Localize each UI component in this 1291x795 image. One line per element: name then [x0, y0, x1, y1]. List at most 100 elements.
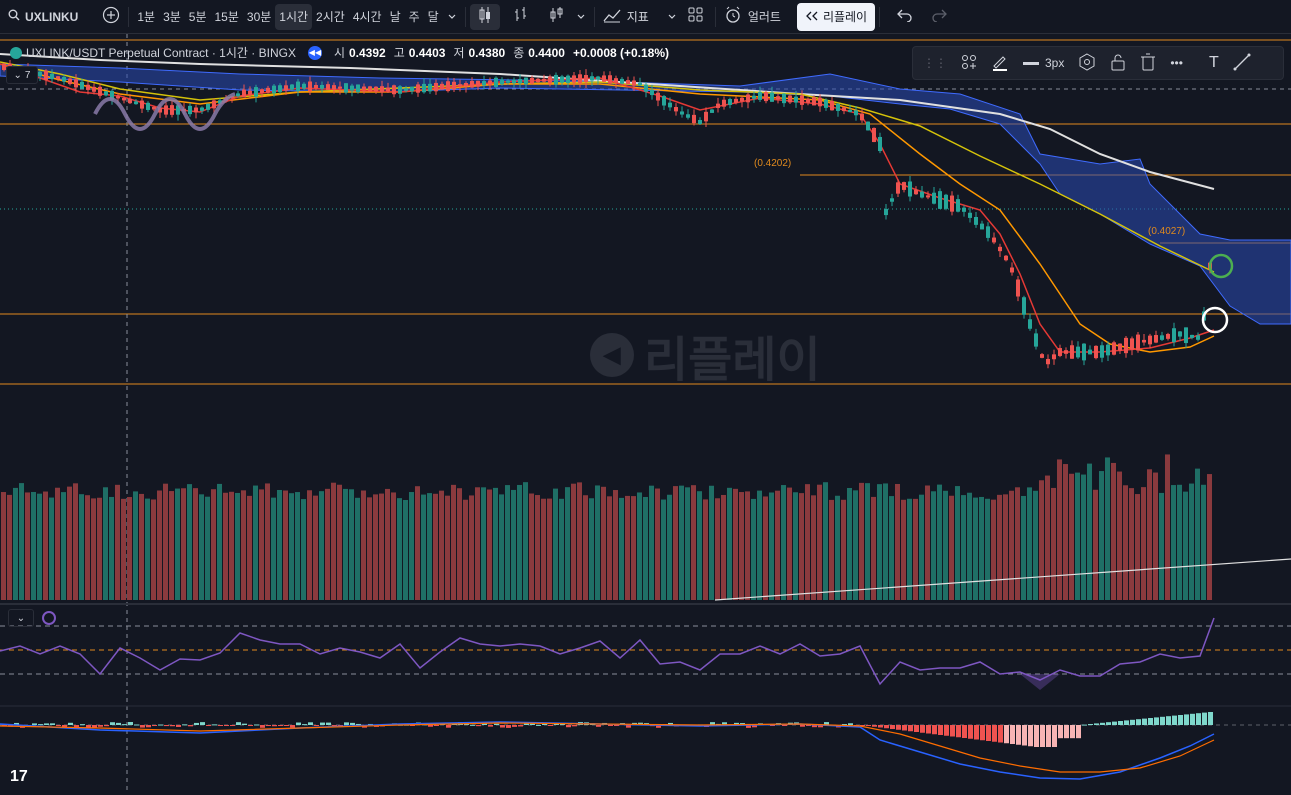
volume-bar [217, 483, 222, 600]
candle-body [1106, 344, 1110, 356]
candle-body [452, 81, 456, 90]
text-tool-icon[interactable]: T [1209, 54, 1219, 72]
indicators-dropdown[interactable] [663, 4, 681, 30]
interval-30m[interactable]: 30분 [243, 4, 275, 30]
macd-hist-bar [1172, 715, 1177, 725]
open-value: 0.4392 [349, 45, 386, 60]
tradingview-logo[interactable]: 17 [10, 768, 28, 786]
replay-button[interactable]: 리플레이 [796, 2, 876, 31]
redo-button[interactable] [924, 4, 954, 30]
candle-body [530, 77, 534, 84]
candle-body [1046, 358, 1050, 365]
alert-button[interactable]: 얼러트 [720, 4, 785, 30]
highlight-circle-white[interactable] [1201, 306, 1229, 334]
interval-month[interactable]: 달 [424, 4, 443, 30]
candle-body [1082, 343, 1086, 361]
macd-hist-bar [566, 725, 571, 728]
volume-bar [721, 494, 726, 600]
macd-hist-bar [488, 725, 493, 727]
candle-body [296, 81, 300, 91]
interval-1m[interactable]: 1분 [133, 4, 159, 30]
divider [879, 6, 881, 27]
volume-bar [637, 492, 642, 600]
chart-style-button[interactable] [542, 4, 572, 30]
volume-bar [907, 498, 912, 600]
volume-bar [361, 490, 366, 600]
candle-body [1124, 337, 1128, 354]
alert-label: 얼러트 [747, 10, 781, 24]
bar-chart-type-button[interactable] [506, 4, 536, 30]
add-template-icon[interactable] [961, 54, 977, 73]
interval-week[interactable]: 주 [405, 4, 424, 30]
volume-bar [463, 499, 468, 600]
legend-title[interactable]: UXLINK/USDT Perpetual Contract · 1시간 · B… [26, 44, 296, 61]
pencil-color-icon[interactable] [991, 53, 1009, 74]
volume-bar [307, 490, 312, 600]
candle-body [548, 76, 552, 84]
volume-bar [739, 492, 744, 600]
macd-hist-bar [80, 724, 85, 726]
volume-bar [157, 490, 162, 600]
candle-body [356, 84, 360, 93]
macd-hist-bar [1064, 725, 1069, 739]
rsi-settings-icon[interactable] [42, 611, 56, 625]
indicator-collapse-button[interactable]: ⌄ 7 [6, 66, 38, 84]
indicators-button[interactable]: 지표 [599, 4, 653, 30]
candle-body [212, 100, 216, 109]
candle-body [170, 105, 174, 115]
volume-bar [1099, 471, 1104, 600]
macd-hist-bar [152, 725, 157, 726]
volume-bar [613, 490, 618, 600]
candle-body [80, 81, 84, 89]
interval-4h[interactable]: 4시간 [349, 4, 386, 30]
settings-icon[interactable] [1078, 52, 1096, 74]
macd-hist-bar [1076, 725, 1081, 739]
candle-body [818, 97, 822, 107]
interval-15m[interactable]: 15분 [211, 4, 243, 30]
volume-bar [211, 489, 216, 600]
chart-style-dropdown[interactable] [572, 4, 590, 30]
symbol-search-button[interactable]: UXLINKU [0, 4, 82, 30]
chart-canvas[interactable] [0, 34, 1291, 790]
lock-icon[interactable] [1110, 53, 1126, 74]
macd-hist-bar [44, 723, 49, 725]
candle-body [782, 93, 786, 104]
trend-line-icon[interactable] [1233, 53, 1251, 74]
candle-body [824, 99, 828, 108]
volume-bar [871, 496, 876, 600]
volume-bar [709, 485, 714, 600]
interval-3m[interactable]: 3분 [159, 4, 185, 30]
volume-bar [7, 494, 12, 600]
drag-handle-icon[interactable]: ⋮⋮ [923, 56, 947, 70]
interval-2h[interactable]: 2시간 [312, 4, 349, 30]
undo-button[interactable] [890, 4, 920, 30]
candle-body [206, 103, 210, 110]
candle-body [248, 90, 252, 95]
interval-day[interactable]: 날 [386, 4, 405, 30]
interval-dropdown-button[interactable] [443, 4, 461, 30]
macd-hist-bar [866, 725, 871, 726]
candle-body [776, 96, 780, 100]
compare-symbol-button[interactable] [98, 4, 124, 30]
candles-chart-type-button[interactable] [469, 3, 500, 30]
macd-hist-bar [278, 725, 283, 726]
interval-5m[interactable]: 5분 [185, 4, 211, 30]
line-width-label: 3px [1045, 56, 1065, 70]
candle-body [872, 127, 876, 143]
volume-bar [283, 490, 288, 600]
macd-hist-bar [98, 725, 103, 727]
volume-bar [859, 482, 864, 600]
chart-area[interactable]: (0.4202) (0.4027) ◀ 리플레이 [0, 34, 1291, 790]
line-width-button[interactable]: 3px [1023, 56, 1064, 70]
templates-button[interactable] [681, 4, 711, 30]
candle-body [620, 78, 624, 84]
pane-collapse-button[interactable]: ⌄ [8, 609, 34, 627]
interval-1h[interactable]: 1시간 [275, 3, 313, 30]
candle-body [866, 121, 870, 131]
more-icon[interactable]: ••• [1170, 56, 1183, 70]
volume-bar [343, 488, 348, 600]
volume-bar [733, 488, 738, 600]
candle-body [512, 79, 516, 84]
trash-icon[interactable] [1140, 53, 1156, 74]
divider [714, 6, 716, 27]
